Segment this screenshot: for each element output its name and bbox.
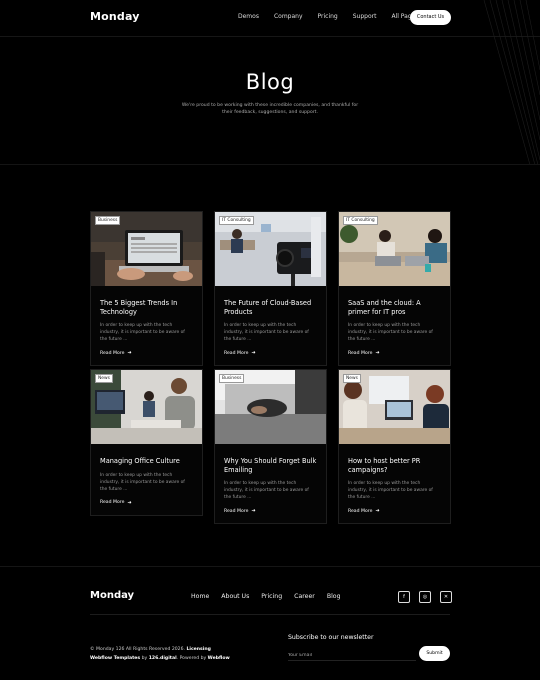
footer-logo[interactable]: Monday [90,590,134,601]
contact-us-button[interactable]: Contact Us [410,10,451,25]
licensing-link[interactable]: Licensing [186,647,210,652]
nav-link-company[interactable]: Company [274,13,303,20]
read-more-link[interactable]: Read More ➜ [224,508,317,514]
footer-link-pricing[interactable]: Pricing [261,593,282,600]
read-more-label: Read More [100,350,125,356]
by-text: by [140,655,149,661]
nav-link-support[interactable]: Support [353,13,377,20]
post-title[interactable]: The 5 Biggest Trends In Technology [100,299,193,316]
blog-card[interactable]: News Managing Office Culture In order to… [90,369,203,516]
footer-links: Home About Us Pricing Career Blog [191,593,353,600]
category-tag[interactable]: Business [219,374,245,383]
footer-link-about-us[interactable]: About Us [221,593,249,600]
blog-card[interactable]: IT Consulting SaaS and the cloud: A prim… [338,211,451,366]
post-title[interactable]: SaaS and the cloud: A primer for IT pros [348,299,441,316]
blog-card[interactable]: Business The 5 Biggest Trends In Technol… [90,211,203,366]
hands-typing-laptop-photo[interactable]: Business [215,370,326,444]
post-excerpt: In order to keep up with the tech indust… [224,481,309,500]
digital-link[interactable]: 126.digital [149,656,177,661]
post-title[interactable]: How to host better PR campaigns? [348,457,441,474]
arrow-right-icon: ➜ [127,350,132,356]
page-subtitle: We're proud to be working with these inc… [181,103,359,115]
read-more-link[interactable]: Read More ➜ [224,350,317,356]
blog-card[interactable]: Business Why You Should Forget Bulk Emai… [214,369,327,524]
post-excerpt: In order to keep up with the tech indust… [100,472,185,492]
post-excerpt: In order to keep up with the tech indust… [100,323,185,342]
nav-links: Demos Company Pricing Support All Pages [238,13,433,20]
read-more-link[interactable]: Read More ➜ [100,350,193,356]
category-tag[interactable]: IT Consulting [343,216,378,225]
arrow-right-icon: ➜ [375,508,380,514]
footer-link-career[interactable]: Career [294,593,315,600]
brand-logo[interactable]: Monday [90,10,140,23]
read-more-link[interactable]: Read More ➜ [348,350,441,356]
read-more-label: Read More [348,350,373,356]
category-tag[interactable]: Business [95,216,121,225]
post-excerpt: In order to keep up with the tech indust… [348,481,433,500]
category-tag[interactable]: News [95,374,113,383]
social-links: f ◎ ✕ [398,591,452,603]
category-tag[interactable]: News [343,374,361,383]
read-more-link[interactable]: Read More ➜ [348,508,441,514]
post-title[interactable]: The Future of Cloud-Based Products [224,299,317,316]
read-more-label: Read More [348,508,373,514]
post-title[interactable]: Why You Should Forget Bulk Emailing [224,457,317,474]
top-navbar: Monday Demos Company Pricing Support All… [0,0,540,37]
arrow-right-icon: ➜ [375,350,380,356]
read-more-label: Read More [100,500,125,505]
arrow-right-icon: ➜ [251,508,256,514]
instagram-icon[interactable]: ◎ [419,591,431,603]
film-camera-studio-photo[interactable]: IT Consulting [215,212,326,286]
x-icon[interactable]: ✕ [440,591,452,603]
footer-divider [90,614,450,615]
post-excerpt: In order to keep up with the tech indust… [348,323,433,342]
facebook-icon[interactable]: f [398,591,410,603]
footer-link-blog[interactable]: Blog [327,593,341,600]
blog-card[interactable]: News How to host better PR campaigns? In… [338,369,451,524]
post-title[interactable]: Managing Office Culture [100,457,193,466]
email-field[interactable] [288,650,416,661]
copyright-text: © Monday 126 All Rights Reserved 2026. L… [90,646,250,663]
submit-button[interactable]: Submit [419,646,450,661]
arrow-right-icon: ➜ [127,499,132,506]
laptop-desk-photo[interactable]: Business [91,212,202,286]
footer-link-home[interactable]: Home [191,593,209,600]
blog-card[interactable]: IT Consulting The Future of Cloud-Based … [214,211,327,366]
arrow-right-icon: ➜ [251,350,256,356]
read-more-link[interactable]: Read More ➜ [100,500,193,506]
read-more-label: Read More [224,350,249,356]
footer-divider-top [0,566,540,567]
webflow-link[interactable]: Webflow [208,656,230,661]
post-excerpt: In order to keep up with the tech indust… [224,323,309,342]
powered-text: . Powered by [176,655,208,661]
newsletter-title: Subscribe to our newsletter [288,634,374,641]
webflow-templates-link[interactable]: Webflow Templates [90,656,140,661]
two-people-laptops-photo[interactable]: IT Consulting [339,212,450,286]
hero-section: Blog We're proud to be working with thes… [0,36,540,165]
page-title: Blog [245,70,295,94]
meeting-laptop-photo[interactable]: News [339,370,450,444]
copyright-prefix: © Monday 126 All Rights Reserved 2026. [90,647,187,652]
nav-link-pricing[interactable]: Pricing [318,13,338,20]
office-workers-photo[interactable]: News [91,370,202,444]
read-more-label: Read More [224,508,249,514]
category-tag[interactable]: IT Consulting [219,216,254,225]
nav-link-demos[interactable]: Demos [238,13,259,20]
